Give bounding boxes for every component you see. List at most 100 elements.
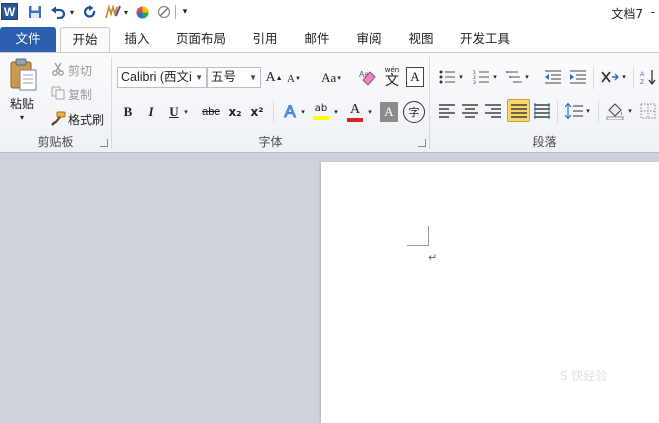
increase-indent-icon[interactable] [569,67,587,87]
eraser-icon[interactable] [156,3,172,21]
tab-file[interactable]: 文件 [0,27,56,52]
multilevel-list-icon[interactable] [505,67,523,87]
document-page[interactable] [321,162,659,423]
chinese-layout-dropdown-icon[interactable]: ▾ [620,70,628,84]
bullets-icon[interactable] [438,67,456,87]
font-dialog-launcher-icon[interactable] [418,139,426,147]
clipboard-group-label: 剪贴板 [37,135,74,149]
paste-button[interactable]: 粘贴 [10,95,34,112]
enclose-characters-button[interactable]: 字 [403,101,425,123]
copy-button[interactable]: 复制 [68,86,92,103]
borders-icon[interactable] [639,101,657,121]
bold-button[interactable]: B [119,102,137,122]
sort-icon[interactable]: AZ [638,67,658,87]
multilevel-list-dropdown-icon[interactable]: ▾ [523,70,531,84]
tab-home[interactable]: 开始 [60,27,110,52]
decrease-indent-icon[interactable] [544,67,562,87]
paragraph-row-separator [598,101,599,123]
svg-text:A: A [640,71,645,78]
tab-references[interactable]: 引用 [246,27,284,52]
paragraph-row-separator [593,67,594,89]
customize-qa-dropdown-icon[interactable]: ▾ [180,3,190,21]
font-name-combo[interactable]: Calibri (西文i ▼ [117,67,207,88]
highlight-dropdown-icon[interactable]: ▾ [332,104,340,120]
bullets-dropdown-icon[interactable]: ▾ [457,70,465,84]
phonetic-guide-button[interactable]: wén 文 [381,65,403,89]
tab-insert[interactable]: 插入 [118,27,156,52]
paste-dropdown-icon[interactable]: ▾ [20,113,24,122]
font-group: Calibri (西文i ▼ 五号 ▼ A ▲ A ▼ Aa ▾ Aa wén 文 A… [112,53,429,153]
paragraph-group: ▾ 123 ▾ ▾ ▾ AZ ▾ ▾ 段落 [430,53,659,153]
text-effects-button[interactable]: A [280,101,300,123]
tab-view[interactable]: 视图 [402,27,440,52]
font-size-dropdown-icon[interactable]: ▼ [249,68,257,87]
shrink-font-button[interactable]: A ▼ [285,69,303,88]
numbering-icon[interactable]: 123 [472,67,490,87]
line-spacing-icon[interactable] [564,101,584,121]
underline-button[interactable]: U [166,102,182,122]
shading-dropdown-icon[interactable]: ▾ [626,104,634,118]
align-center-icon[interactable] [461,101,479,121]
font-color-button[interactable]: A [345,100,365,124]
cut-icon[interactable] [50,61,66,77]
paragraph-row-separator [557,101,558,123]
font-size-value: 五号 [211,70,237,84]
superscript-button[interactable]: x² [248,102,266,122]
font-size-combo[interactable]: 五号 ▼ [207,67,261,88]
handwriting-dropdown-icon[interactable]: ▾ [122,3,130,21]
change-case-icon: Aa [321,69,337,85]
page-margin-marker [407,226,429,246]
format-painter-button[interactable]: 格式刷 [68,111,104,128]
cut-button[interactable]: 剪切 [68,62,92,79]
shading-icon[interactable] [604,100,626,122]
subscript-button[interactable]: x₂ [226,102,244,122]
italic-button[interactable]: I [142,102,160,122]
align-right-icon[interactable] [484,101,502,121]
color-wheel-icon[interactable] [134,3,150,21]
format-painter-icon[interactable] [50,110,66,126]
grow-font-button[interactable]: A ▲ [264,67,284,88]
title-bar: W ▾ ▾ ▾ 文档7 - [0,0,659,24]
text-effects-dropdown-icon[interactable]: ▾ [299,104,307,120]
strikethrough-button[interactable]: abc [200,102,222,122]
chinese-layout-icon[interactable] [600,67,620,87]
phonetic-guide-char: 文 [385,72,399,89]
word-app-icon[interactable]: W [1,3,18,20]
numbering-dropdown-icon[interactable]: ▾ [491,70,499,84]
distributed-align-icon[interactable] [533,101,551,121]
line-spacing-dropdown-icon[interactable]: ▾ [584,104,592,118]
undo-icon[interactable] [48,3,68,21]
tab-review[interactable]: 审阅 [350,27,388,52]
font-name-dropdown-icon[interactable]: ▼ [195,68,203,87]
paragraph-group-label: 段落 [532,135,557,149]
align-left-icon[interactable] [438,101,456,121]
tab-developer[interactable]: 开发工具 [454,27,516,52]
watermark-logo: S 快经验 [560,369,608,383]
character-shading-button[interactable]: A [380,102,398,122]
character-border-icon: A [410,69,420,84]
copy-icon[interactable] [50,85,66,101]
character-border-button[interactable]: A [406,67,424,87]
font-color-dropdown-icon[interactable]: ▾ [366,104,374,120]
font-color-icon: A [349,101,361,117]
paste-icon[interactable] [6,57,40,93]
highlight-button[interactable]: ab [310,100,332,124]
font-name-value: Calibri (西文i [121,70,192,84]
title-dash: - [650,5,655,19]
font-color-bar [347,117,363,122]
underline-dropdown-icon[interactable]: ▾ [182,104,190,120]
handwriting-icon[interactable] [103,3,123,21]
clear-formatting-icon[interactable]: Aa [356,66,378,88]
change-case-dropdown-icon[interactable]: ▾ [337,74,341,82]
undo-dropdown-icon[interactable]: ▾ [68,3,76,21]
change-case-button[interactable]: Aa ▾ [316,67,346,88]
clipboard-dialog-launcher-icon[interactable] [100,139,108,147]
redo-icon[interactable] [82,3,98,21]
ribbon-tab-row: 文件 开始 插入 页面布局 引用 邮件 审阅 视图 开发工具 [0,24,659,52]
tab-page-layout[interactable]: 页面布局 [170,27,232,52]
save-icon[interactable] [26,3,44,21]
svg-text:3: 3 [473,80,476,84]
justify-icon[interactable] [507,99,530,122]
tab-mailings[interactable]: 邮件 [298,27,336,52]
grow-font-icon: A [265,69,276,85]
